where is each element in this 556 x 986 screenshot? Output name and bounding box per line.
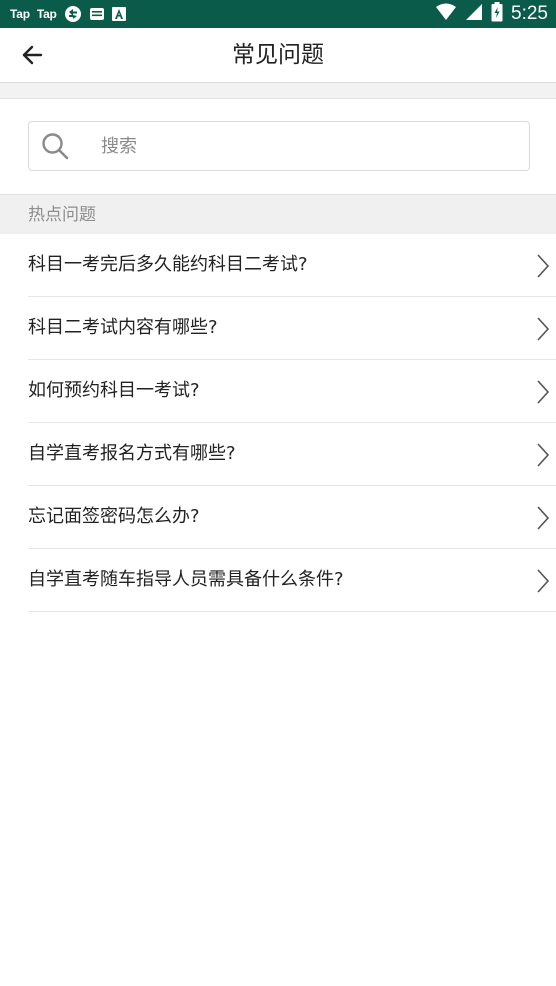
faq-item[interactable]: 科目一考完后多久能约科目二考试? (28, 234, 556, 297)
search-input[interactable] (99, 134, 483, 158)
font-icon (111, 7, 126, 21)
faq-list: 科目一考完后多久能约科目二考试? 科目二考试内容有哪些? 如何预约科目一考试? … (0, 234, 556, 612)
message-icon (89, 7, 105, 21)
faq-item[interactable]: 自学直考报名方式有哪些? (28, 423, 556, 486)
faq-item[interactable]: 忘记面签密码怎么办? (28, 486, 556, 549)
faq-item-label: 自学直考报名方式有哪些? (28, 443, 236, 464)
app-header: 常见问题 (0, 28, 556, 82)
section-title: 热点问题 (28, 205, 96, 225)
faq-item[interactable]: 科目二考试内容有哪些? (28, 297, 556, 360)
search-box[interactable] (28, 121, 530, 171)
section-header: 热点问题 (0, 194, 556, 234)
arrow-left-icon (22, 45, 43, 65)
wifi-icon (435, 3, 457, 25)
faq-item[interactable]: 自学直考随车指导人员需具备什么条件? (28, 549, 556, 612)
faq-item-label: 自学直考随车指导人员需具备什么条件? (28, 569, 344, 590)
status-time: 5:25 (511, 3, 548, 24)
status-bar: Tap Tap 5:25 (0, 0, 556, 28)
faq-item-label: 忘记面签密码怎么办? (28, 506, 200, 527)
chevron-right-icon (537, 380, 550, 404)
chevron-right-icon (537, 443, 550, 467)
sync-icon (64, 5, 82, 23)
battery-icon (491, 2, 503, 26)
faq-item[interactable]: 如何预约科目一考试? (28, 360, 556, 423)
status-system: 5:25 (435, 0, 548, 28)
page-title: 常见问题 (232, 42, 324, 68)
search-icon (41, 132, 69, 160)
chevron-right-icon (537, 569, 550, 593)
taptap-icon: Tap (10, 7, 30, 21)
chevron-right-icon (537, 317, 550, 341)
signal-icon (465, 3, 483, 25)
taptap-icon: Tap (36, 7, 57, 21)
back-button[interactable] (14, 38, 50, 72)
status-notifications: Tap Tap (0, 5, 126, 23)
faq-item-label: 科目二考试内容有哪些? (28, 317, 218, 338)
header-divider (0, 82, 556, 99)
faq-item-label: 如何预约科目一考试? (28, 380, 200, 401)
chevron-right-icon (537, 254, 550, 278)
chevron-right-icon (537, 506, 550, 530)
faq-item-label: 科目一考完后多久能约科目二考试? (28, 254, 308, 275)
